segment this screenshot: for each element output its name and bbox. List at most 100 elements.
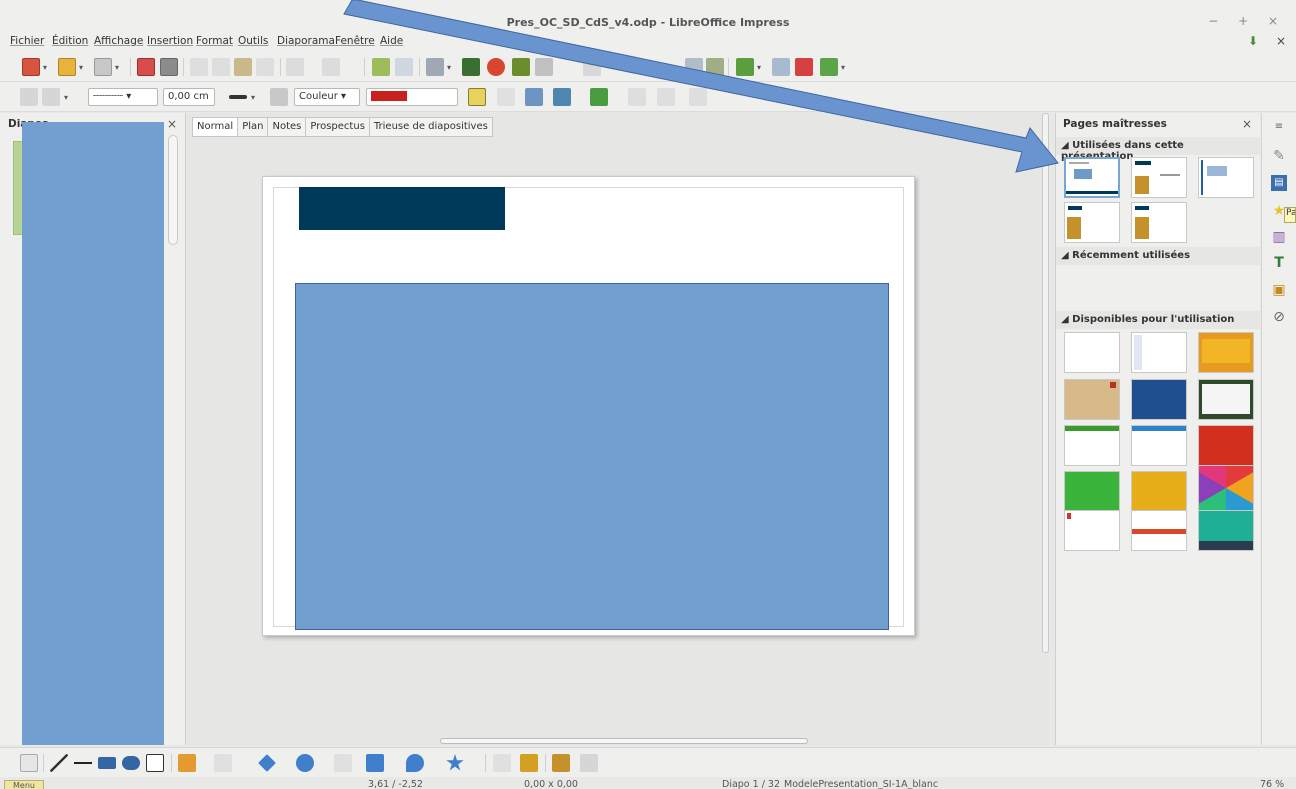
select-arrow-icon[interactable] <box>20 754 38 772</box>
master-thumb-available-5[interactable] <box>1131 379 1187 420</box>
menu-insertion[interactable]: Insertion <box>147 35 193 47</box>
points-edit-icon[interactable] <box>493 754 511 772</box>
navigator-icon[interactable]: ⊘ <box>1271 309 1287 325</box>
slide-title-shape[interactable] <box>299 187 505 230</box>
rotate-icon[interactable] <box>525 88 543 106</box>
line-width-field[interactable]: 0,00 cm <box>163 88 215 106</box>
master-thumb-available-14[interactable] <box>1131 510 1187 551</box>
master-thumb-available-9[interactable] <box>1198 425 1254 466</box>
slides-pane-scrollbar[interactable] <box>168 135 178 245</box>
spelling-icon[interactable] <box>372 58 390 76</box>
area-icon[interactable] <box>270 88 288 106</box>
copy-icon[interactable] <box>212 58 230 76</box>
delete-slide-icon[interactable] <box>795 58 813 76</box>
line-tool-icon[interactable] <box>50 754 68 772</box>
menu-outils[interactable]: Outils <box>238 35 268 47</box>
tab-notes[interactable]: Notes <box>267 117 306 137</box>
symbol-shapes-icon[interactable] <box>296 754 314 772</box>
section-recent[interactable]: ◢ Récemment utilisées <box>1056 247 1260 265</box>
menu-button[interactable]: Menu <box>4 780 44 789</box>
line-color-icon[interactable] <box>229 95 247 99</box>
line-color-dropdown-icon[interactable]: ▾ <box>251 93 255 102</box>
fontwork-tool-icon[interactable] <box>520 754 538 772</box>
table-dropdown-icon[interactable]: ▾ <box>447 63 451 72</box>
master-thumb-available-3[interactable] <box>1198 332 1254 373</box>
insert-image-icon[interactable] <box>462 58 480 76</box>
transformations-icon[interactable] <box>497 88 515 106</box>
open-dropdown-icon[interactable]: ▾ <box>79 63 83 72</box>
show-draw-functions-icon[interactable] <box>583 58 601 76</box>
menu-format[interactable]: Format <box>196 35 233 47</box>
media-icon[interactable] <box>512 58 530 76</box>
close-document-button[interactable]: × <box>1276 34 1286 48</box>
master-thumb-available-4[interactable] <box>1064 379 1120 420</box>
fontwork-icon[interactable] <box>535 58 553 76</box>
master-thumb-available-13[interactable] <box>1064 510 1120 551</box>
tab-normal[interactable]: Normal <box>192 117 238 137</box>
new-presentation-icon[interactable] <box>22 58 40 76</box>
connector-tool-icon[interactable] <box>214 754 232 772</box>
new-slide-dropdown-icon[interactable]: ▾ <box>757 63 761 72</box>
menu-fenetre[interactable]: Fenêtre <box>335 35 375 47</box>
slide-canvas[interactable] <box>262 176 915 636</box>
section-available[interactable]: ◢ Disponibles pour l'utilisation <box>1056 311 1260 329</box>
fill-color-select[interactable] <box>366 88 458 106</box>
basic-shapes-icon[interactable] <box>258 754 276 772</box>
distribute-icon[interactable] <box>628 88 646 106</box>
slide-layout-dropdown-icon[interactable]: ▾ <box>841 63 845 72</box>
points-icon[interactable] <box>20 88 38 106</box>
menu-affichage[interactable]: Affichage <box>94 35 143 47</box>
styles-icon[interactable]: T <box>1271 255 1287 271</box>
block-arrows-icon[interactable] <box>334 754 352 772</box>
redo-icon[interactable] <box>322 58 340 76</box>
arrow-line-tool-icon[interactable] <box>74 754 92 772</box>
grid-icon[interactable] <box>689 88 707 106</box>
arrow-style-dropdown-icon[interactable]: ▾ <box>64 93 68 102</box>
vertical-scrollbar[interactable] <box>1042 113 1049 653</box>
master-thumb-used-2[interactable] <box>1131 157 1187 198</box>
tab-prospectus[interactable]: Prospectus <box>305 117 369 137</box>
paste-icon[interactable] <box>234 58 252 76</box>
duplicate-slide-icon[interactable] <box>772 58 790 76</box>
clone-formatting-icon[interactable] <box>256 58 274 76</box>
flowchart-icon[interactable] <box>366 754 384 772</box>
save-icon[interactable] <box>94 58 112 76</box>
master-thumb-available-1[interactable] <box>1064 332 1120 373</box>
horizontal-scrollbar[interactable] <box>440 738 808 744</box>
update-download-icon[interactable]: ⬇ <box>1248 34 1258 48</box>
master-thumb-available-6[interactable] <box>1198 379 1254 420</box>
master-thumb-available-8[interactable] <box>1131 425 1187 466</box>
cut-icon[interactable] <box>190 58 208 76</box>
menu-aide[interactable]: Aide <box>380 35 403 47</box>
shadow-icon[interactable] <box>468 88 486 106</box>
master-thumb-used-5[interactable] <box>1131 202 1187 243</box>
insert-chart-icon[interactable] <box>487 58 505 76</box>
align-icon[interactable] <box>553 88 571 106</box>
save-dropdown-icon[interactable]: ▾ <box>115 63 119 72</box>
master-pages-tab-icon[interactable]: ▤ <box>1271 175 1287 191</box>
master-thumb-available-11[interactable] <box>1131 471 1187 512</box>
print-icon[interactable] <box>160 58 178 76</box>
table-icon[interactable] <box>426 58 444 76</box>
stars-icon[interactable] <box>446 754 464 771</box>
master-slide-icon[interactable] <box>706 58 724 76</box>
group-icon[interactable] <box>657 88 675 106</box>
slide-layout-icon[interactable] <box>820 58 838 76</box>
ellipse-tool-icon[interactable] <box>122 756 140 770</box>
master-thumb-available-7[interactable] <box>1064 425 1120 466</box>
gallery-icon[interactable]: ▣ <box>1271 282 1287 298</box>
master-thumb-available-2[interactable] <box>1131 332 1187 373</box>
slide-content-shape[interactable] <box>295 283 889 630</box>
master-pages-close-button[interactable]: × <box>1242 117 1252 131</box>
master-thumb-used-4[interactable] <box>1064 202 1120 243</box>
master-thumb-used-1[interactable] <box>1064 157 1120 198</box>
text-box-icon[interactable] <box>146 754 164 772</box>
window-controls[interactable]: − + × <box>1208 14 1286 28</box>
insert-image-tool-icon[interactable] <box>552 754 570 772</box>
line-style-select[interactable]: ┄┄┄┄┄ ▾ <box>88 88 158 106</box>
master-thumb-available-12[interactable] <box>1198 465 1254 511</box>
menu-edition[interactable]: Édition <box>52 35 88 47</box>
zoom-level[interactable]: 76 % <box>1260 779 1284 789</box>
open-icon[interactable] <box>58 58 76 76</box>
master-thumb-used-3[interactable] <box>1198 157 1254 198</box>
